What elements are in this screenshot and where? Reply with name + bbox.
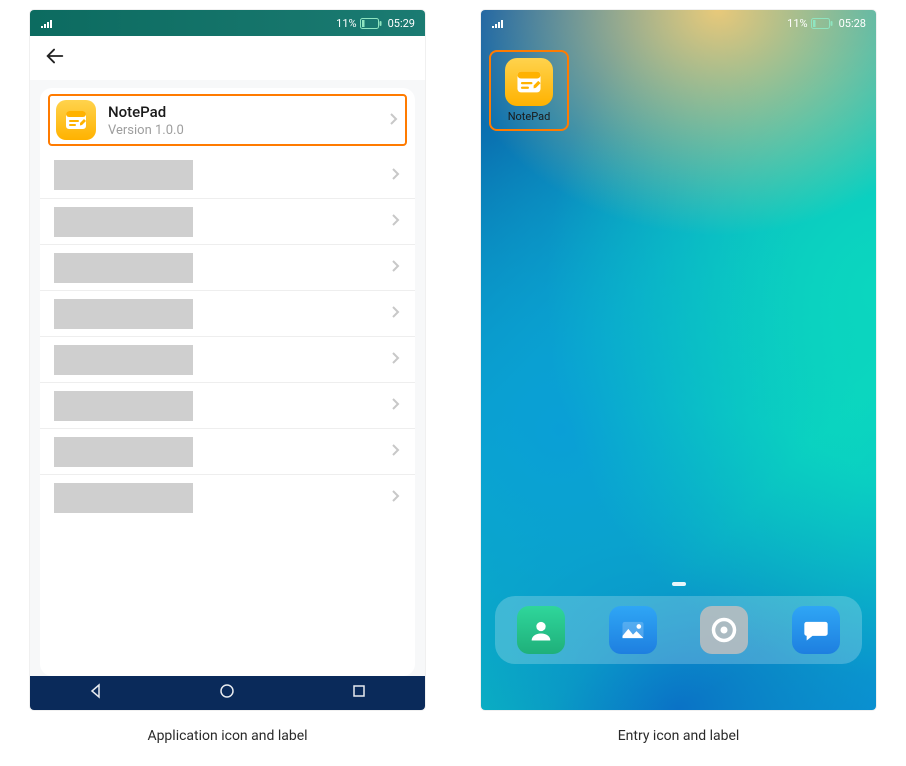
nav-bar [30, 676, 425, 710]
chevron-right-icon [391, 166, 401, 185]
list-item[interactable] [40, 152, 415, 198]
placeholder-block [54, 345, 193, 375]
notepad-app-icon [505, 58, 553, 106]
app-version: Version 1.0.0 [108, 123, 184, 138]
phone-home-screen: 11% 05:28 [481, 10, 876, 710]
battery-icon [360, 18, 382, 29]
chevron-right-icon [391, 396, 401, 415]
placeholder-block [54, 437, 193, 467]
notepad-app-icon [56, 100, 96, 140]
battery-icon [811, 18, 833, 29]
topbar [30, 36, 425, 80]
nav-home-icon[interactable] [219, 683, 235, 703]
nav-recent-icon[interactable] [351, 683, 367, 703]
dock-gallery-icon[interactable] [609, 606, 657, 654]
signal-icon [40, 18, 54, 28]
list-item[interactable] [40, 198, 415, 244]
caption-right: Entry icon and label [481, 728, 876, 744]
dock-contacts-icon[interactable] [517, 606, 565, 654]
placeholder-block [54, 483, 193, 513]
chevron-right-icon [389, 111, 399, 130]
list-item[interactable] [40, 244, 415, 290]
list-item[interactable] [40, 336, 415, 382]
page-indicator [672, 582, 686, 586]
dock [495, 596, 862, 664]
dock-settings-icon[interactable] [700, 606, 748, 654]
battery-percent: 11% [787, 17, 807, 30]
chevron-right-icon [391, 350, 401, 369]
placeholder-block [54, 391, 193, 421]
list-item[interactable] [40, 290, 415, 336]
phone-app-list: 11% 05:29 [30, 10, 425, 710]
chevron-right-icon [391, 304, 401, 323]
status-time: 05:29 [388, 17, 415, 30]
list-item[interactable] [40, 382, 415, 428]
home-app-label: NotePad [493, 110, 565, 123]
app-list-card: NotePad Version 1.0.0 [40, 88, 415, 676]
list-item[interactable] [40, 474, 415, 520]
list-item[interactable] [40, 428, 415, 474]
caption-left: Application icon and label [30, 728, 425, 744]
placeholder-block [54, 207, 193, 237]
app-row-notepad[interactable]: NotePad Version 1.0.0 [48, 94, 407, 146]
battery-percent: 11% [336, 17, 356, 30]
placeholder-block [54, 160, 193, 190]
chevron-right-icon [391, 488, 401, 507]
app-name: NotePad [108, 103, 184, 121]
back-icon[interactable] [44, 45, 66, 71]
placeholder-block [54, 299, 193, 329]
home-content: NotePad [481, 36, 876, 676]
dock-messages-icon[interactable] [792, 606, 840, 654]
chevron-right-icon [391, 212, 401, 231]
chevron-right-icon [391, 442, 401, 461]
status-bar: 11% 05:28 [481, 10, 876, 36]
signal-icon [491, 18, 505, 28]
chevron-right-icon [391, 258, 401, 277]
home-app-notepad[interactable]: NotePad [493, 54, 565, 127]
status-bar: 11% 05:29 [30, 10, 425, 36]
placeholder-block [54, 253, 193, 283]
nav-back-icon[interactable] [88, 683, 104, 703]
status-time: 05:28 [839, 17, 866, 30]
